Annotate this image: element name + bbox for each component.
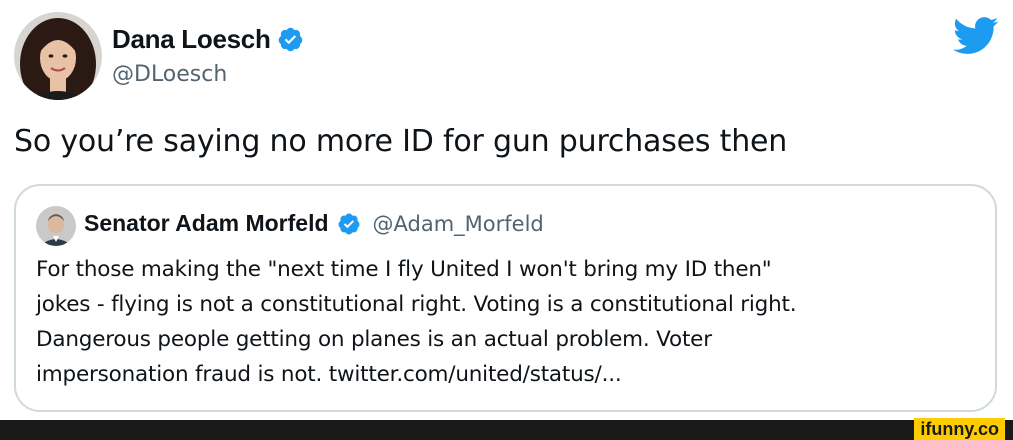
quoted-tweet-line: impersonation fraud is not. twitter.com/…	[36, 362, 622, 387]
author-name-row[interactable]: Dana Loesch	[112, 24, 304, 55]
quoted-author-avatar[interactable]	[36, 206, 76, 246]
quoted-tweet-line: jokes - flying is not a constitutional r…	[36, 292, 797, 317]
tweet-text: So you’re saying no more ID for gun purc…	[14, 124, 788, 159]
quoted-author-handle[interactable]: @Adam_Morfeld	[373, 212, 544, 236]
twitter-bird-icon[interactable]	[953, 16, 999, 56]
ifunny-watermark: ifunny.co	[914, 418, 1005, 440]
quoted-author-row[interactable]: Senator Adam Morfeld @Adam_Morfeld	[84, 210, 544, 237]
author-avatar[interactable]	[14, 12, 102, 100]
author-handle[interactable]: @DLoesch	[112, 62, 227, 87]
quoted-tweet-line: For those making the "next time I fly Un…	[36, 257, 772, 282]
verified-badge-icon	[337, 212, 361, 236]
watermark-bar	[0, 420, 1013, 440]
quoted-tweet-text: For those making the "next time I fly Un…	[36, 252, 986, 392]
quoted-author-name[interactable]: Senator Adam Morfeld	[84, 210, 329, 237]
author-name[interactable]: Dana Loesch	[112, 24, 271, 55]
quoted-tweet-card[interactable]: Senator Adam Morfeld @Adam_Morfeld For t…	[14, 184, 997, 412]
verified-badge-icon	[277, 26, 304, 53]
quoted-tweet-line: Dangerous people getting on planes is an…	[36, 327, 712, 352]
